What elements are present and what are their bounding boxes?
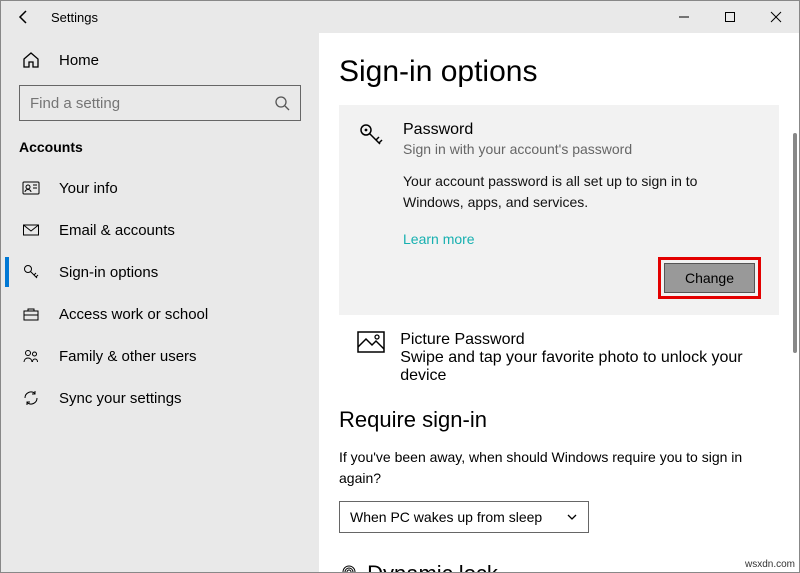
select-value: When PC wakes up from sleep xyxy=(350,509,542,525)
minimize-button[interactable] xyxy=(661,1,707,33)
sidebar-item-label: Sign-in options xyxy=(59,264,158,281)
key-icon xyxy=(357,121,391,157)
password-title: Password xyxy=(403,121,632,139)
watermark: wsxdn.com xyxy=(745,559,795,570)
change-button[interactable]: Change xyxy=(664,263,755,293)
highlight-box: Change xyxy=(658,257,761,299)
sidebar-item-label: Access work or school xyxy=(59,306,208,323)
content-pane: Sign-in options Password Sign in with yo… xyxy=(319,33,799,572)
require-signin-select[interactable]: When PC wakes up from sleep xyxy=(339,501,589,533)
sidebar-item-email[interactable]: Email & accounts xyxy=(5,209,315,251)
email-icon xyxy=(19,221,43,239)
require-signin-heading: Require sign-in xyxy=(339,401,779,443)
dynamic-lock-label: Dynamic lock xyxy=(367,561,498,572)
sidebar: Home Accounts Your info Email & accounts… xyxy=(1,33,319,572)
home-nav[interactable]: Home xyxy=(5,43,315,77)
page-title: Sign-in options xyxy=(339,41,779,105)
sidebar-item-label: Sync your settings xyxy=(59,390,182,407)
password-body: Your account password is all set up to s… xyxy=(403,171,761,213)
people-icon xyxy=(19,347,43,365)
search-box[interactable] xyxy=(19,85,301,121)
sidebar-item-family[interactable]: Family & other users xyxy=(5,335,315,377)
briefcase-icon xyxy=(19,305,43,323)
picture-icon xyxy=(357,331,388,385)
sidebar-item-label: Email & accounts xyxy=(59,222,175,239)
chevron-down-icon xyxy=(566,511,578,523)
sidebar-item-label: Your info xyxy=(59,180,118,197)
home-label: Home xyxy=(59,52,99,69)
home-icon xyxy=(19,51,43,69)
sidebar-section: Accounts xyxy=(5,139,315,167)
picture-password-row[interactable]: Picture Password Swipe and tap your favo… xyxy=(339,315,779,401)
sync-icon xyxy=(19,389,43,407)
search-icon xyxy=(274,95,290,111)
sidebar-item-label: Family & other users xyxy=(59,348,197,365)
sidebar-item-sync[interactable]: Sync your settings xyxy=(5,377,315,419)
scrollbar[interactable] xyxy=(785,93,799,572)
person-card-icon xyxy=(19,179,43,197)
picture-title: Picture Password xyxy=(400,331,761,349)
window-title: Settings xyxy=(51,10,98,25)
dynamic-lock-heading: Dynamic lock xyxy=(339,555,779,572)
maximize-button[interactable] xyxy=(707,1,753,33)
sidebar-item-signin[interactable]: Sign-in options xyxy=(5,251,315,293)
password-card[interactable]: Password Sign in with your account's pas… xyxy=(339,105,779,315)
search-input[interactable] xyxy=(30,95,274,112)
titlebar: Settings xyxy=(1,1,799,33)
sidebar-item-your-info[interactable]: Your info xyxy=(5,167,315,209)
scroll-thumb[interactable] xyxy=(793,133,797,353)
picture-subtitle: Swipe and tap your favorite photo to unl… xyxy=(400,349,761,385)
dynamic-lock-icon xyxy=(339,562,359,572)
password-subtitle: Sign in with your account's password xyxy=(403,141,632,157)
sidebar-item-work[interactable]: Access work or school xyxy=(5,293,315,335)
close-button[interactable] xyxy=(753,1,799,33)
key-icon xyxy=(19,263,43,281)
learn-more-link[interactable]: Learn more xyxy=(403,231,475,247)
back-button[interactable] xyxy=(9,2,39,32)
require-signin-body: If you've been away, when should Windows… xyxy=(339,443,779,501)
